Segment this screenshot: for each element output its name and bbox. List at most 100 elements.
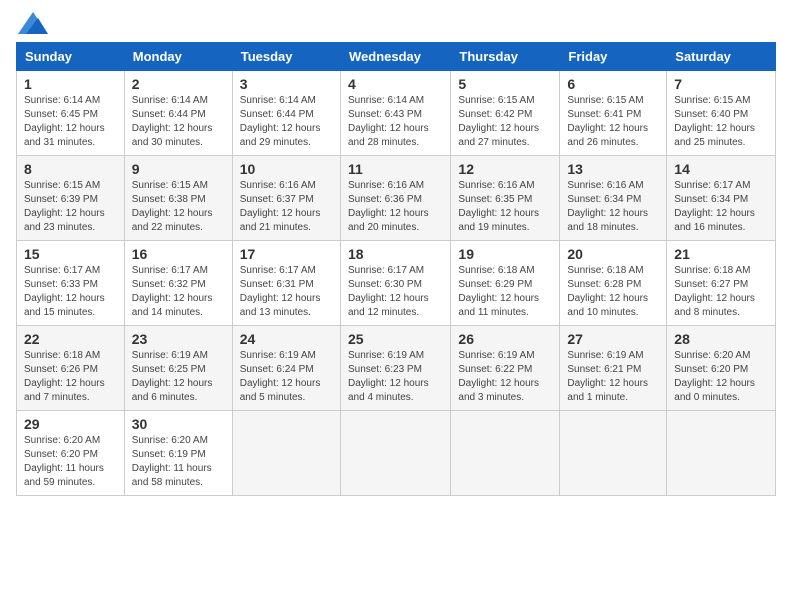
col-header-monday: Monday xyxy=(124,43,232,71)
day-number: 2 xyxy=(132,76,225,92)
day-cell: 9Sunrise: 6:15 AM Sunset: 6:38 PM Daylig… xyxy=(124,156,232,241)
day-cell: 26 Sunrise: 6:19 AM Sunset: 6:22 PM Dayli… xyxy=(451,326,560,411)
day-number: 3 xyxy=(240,76,333,92)
day-info: Sunrise: 6:19 AM Sunset: 6:22 PM Dayligh… xyxy=(458,349,552,405)
day-number: 14 xyxy=(674,161,768,177)
day-info: Sunrise: 6:20 AM Sunset: 6:19 PM Dayligh… xyxy=(132,434,225,490)
logo-icon xyxy=(18,12,48,34)
day-cell: 17 Sunrise: 6:17 AM Sunset: 6:31 PM Dayli… xyxy=(232,241,340,326)
day-cell xyxy=(232,411,340,496)
day-cell xyxy=(667,411,776,496)
day-info: Sunrise: 6:17 AM Sunset: 6:33 PM Dayligh… xyxy=(24,264,117,320)
day-number: 26 xyxy=(458,331,552,347)
day-cell: 2Sunrise: 6:14 AM Sunset: 6:44 PM Daylig… xyxy=(124,71,232,156)
day-cell: 19Sunrise: 6:18 AM Sunset: 6:29 PM Dayli… xyxy=(451,241,560,326)
col-header-tuesday: Tuesday xyxy=(232,43,340,71)
day-cell: 13 Sunrise: 6:16 AM Sunset: 6:34 PM Dayli… xyxy=(560,156,667,241)
page-header xyxy=(16,16,776,30)
day-info: Sunrise: 6:14 AM Sunset: 6:44 PM Dayligh… xyxy=(240,94,333,150)
day-number: 17 xyxy=(240,246,333,262)
day-info: Sunrise: 6:17 AM Sunset: 6:34 PM Dayligh… xyxy=(674,179,768,235)
day-info: Sunrise: 6:19 AM Sunset: 6:21 PM Dayligh… xyxy=(567,349,659,405)
day-number: 15 xyxy=(24,246,117,262)
day-info: Sunrise: 6:16 AM Sunset: 6:37 PM Dayligh… xyxy=(240,179,333,235)
day-cell: 3 Sunrise: 6:14 AM Sunset: 6:44 PM Daylig… xyxy=(232,71,340,156)
day-info: Sunrise: 6:19 AM Sunset: 6:23 PM Dayligh… xyxy=(348,349,443,405)
day-cell: 4 Sunrise: 6:14 AM Sunset: 6:43 PM Daylig… xyxy=(340,71,450,156)
day-number: 12 xyxy=(458,161,552,177)
day-cell: 8Sunrise: 6:15 AM Sunset: 6:39 PM Daylig… xyxy=(17,156,125,241)
day-number: 18 xyxy=(348,246,443,262)
day-info: Sunrise: 6:19 AM Sunset: 6:24 PM Dayligh… xyxy=(240,349,333,405)
day-number: 24 xyxy=(240,331,333,347)
day-number: 16 xyxy=(132,246,225,262)
day-cell: 30 Sunrise: 6:20 AM Sunset: 6:19 PM Dayli… xyxy=(124,411,232,496)
day-number: 4 xyxy=(348,76,443,92)
col-header-sunday: Sunday xyxy=(17,43,125,71)
day-cell: 28 Sunrise: 6:20 AM Sunset: 6:20 PM Dayli… xyxy=(667,326,776,411)
logo xyxy=(16,16,48,30)
day-cell: 16 Sunrise: 6:17 AM Sunset: 6:32 PM Dayli… xyxy=(124,241,232,326)
day-cell: 22 Sunrise: 6:18 AM Sunset: 6:26 PM Dayli… xyxy=(17,326,125,411)
day-cell: 18 Sunrise: 6:17 AM Sunset: 6:30 PM Dayli… xyxy=(340,241,450,326)
week-row-4: 22 Sunrise: 6:18 AM Sunset: 6:26 PM Dayli… xyxy=(17,326,776,411)
day-cell: 25 Sunrise: 6:19 AM Sunset: 6:23 PM Dayli… xyxy=(340,326,450,411)
calendar-header-row: SundayMondayTuesdayWednesdayThursdayFrid… xyxy=(17,43,776,71)
day-number: 23 xyxy=(132,331,225,347)
day-info: Sunrise: 6:18 AM Sunset: 6:27 PM Dayligh… xyxy=(674,264,768,320)
day-info: Sunrise: 6:20 AM Sunset: 6:20 PM Dayligh… xyxy=(674,349,768,405)
day-number: 13 xyxy=(567,161,659,177)
day-number: 25 xyxy=(348,331,443,347)
day-cell xyxy=(560,411,667,496)
day-cell: 10 Sunrise: 6:16 AM Sunset: 6:37 PM Dayli… xyxy=(232,156,340,241)
day-cell: 15 Sunrise: 6:17 AM Sunset: 6:33 PM Dayli… xyxy=(17,241,125,326)
day-number: 19 xyxy=(458,246,552,262)
day-number: 20 xyxy=(567,246,659,262)
day-cell: 21Sunrise: 6:18 AM Sunset: 6:27 PM Dayli… xyxy=(667,241,776,326)
day-info: Sunrise: 6:20 AM Sunset: 6:20 PM Dayligh… xyxy=(24,434,117,490)
day-info: Sunrise: 6:17 AM Sunset: 6:31 PM Dayligh… xyxy=(240,264,333,320)
col-header-saturday: Saturday xyxy=(667,43,776,71)
day-info: Sunrise: 6:17 AM Sunset: 6:32 PM Dayligh… xyxy=(132,264,225,320)
day-number: 28 xyxy=(674,331,768,347)
day-info: Sunrise: 6:15 AM Sunset: 6:38 PM Dayligh… xyxy=(132,179,225,235)
week-row-2: 8Sunrise: 6:15 AM Sunset: 6:39 PM Daylig… xyxy=(17,156,776,241)
day-number: 1 xyxy=(24,76,117,92)
day-cell: 1 Sunrise: 6:14 AM Sunset: 6:45 PM Daylig… xyxy=(17,71,125,156)
day-cell: 20 Sunrise: 6:18 AM Sunset: 6:28 PM Dayli… xyxy=(560,241,667,326)
day-info: Sunrise: 6:14 AM Sunset: 6:43 PM Dayligh… xyxy=(348,94,443,150)
day-info: Sunrise: 6:18 AM Sunset: 6:26 PM Dayligh… xyxy=(24,349,117,405)
week-row-1: 1 Sunrise: 6:14 AM Sunset: 6:45 PM Daylig… xyxy=(17,71,776,156)
day-number: 29 xyxy=(24,416,117,432)
day-info: Sunrise: 6:15 AM Sunset: 6:40 PM Dayligh… xyxy=(674,94,768,150)
day-cell: 14 Sunrise: 6:17 AM Sunset: 6:34 PM Dayli… xyxy=(667,156,776,241)
day-info: Sunrise: 6:14 AM Sunset: 6:45 PM Dayligh… xyxy=(24,94,117,150)
day-cell xyxy=(340,411,450,496)
day-number: 7 xyxy=(674,76,768,92)
col-header-friday: Friday xyxy=(560,43,667,71)
col-header-wednesday: Wednesday xyxy=(340,43,450,71)
day-cell: 5Sunrise: 6:15 AM Sunset: 6:42 PM Daylig… xyxy=(451,71,560,156)
day-info: Sunrise: 6:17 AM Sunset: 6:30 PM Dayligh… xyxy=(348,264,443,320)
day-number: 22 xyxy=(24,331,117,347)
day-cell: 29 Sunrise: 6:20 AM Sunset: 6:20 PM Dayli… xyxy=(17,411,125,496)
week-row-5: 29 Sunrise: 6:20 AM Sunset: 6:20 PM Dayli… xyxy=(17,411,776,496)
day-cell: 6Sunrise: 6:15 AM Sunset: 6:41 PM Daylig… xyxy=(560,71,667,156)
day-info: Sunrise: 6:16 AM Sunset: 6:34 PM Dayligh… xyxy=(567,179,659,235)
day-info: Sunrise: 6:18 AM Sunset: 6:28 PM Dayligh… xyxy=(567,264,659,320)
day-number: 11 xyxy=(348,161,443,177)
col-header-thursday: Thursday xyxy=(451,43,560,71)
day-info: Sunrise: 6:15 AM Sunset: 6:39 PM Dayligh… xyxy=(24,179,117,235)
day-number: 10 xyxy=(240,161,333,177)
calendar-table: SundayMondayTuesdayWednesdayThursdayFrid… xyxy=(16,42,776,496)
day-cell: 7 Sunrise: 6:15 AM Sunset: 6:40 PM Daylig… xyxy=(667,71,776,156)
day-number: 5 xyxy=(458,76,552,92)
day-info: Sunrise: 6:16 AM Sunset: 6:36 PM Dayligh… xyxy=(348,179,443,235)
week-row-3: 15 Sunrise: 6:17 AM Sunset: 6:33 PM Dayli… xyxy=(17,241,776,326)
day-number: 30 xyxy=(132,416,225,432)
day-info: Sunrise: 6:19 AM Sunset: 6:25 PM Dayligh… xyxy=(132,349,225,405)
day-number: 27 xyxy=(567,331,659,347)
day-cell: 23 Sunrise: 6:19 AM Sunset: 6:25 PM Dayli… xyxy=(124,326,232,411)
day-cell: 11 Sunrise: 6:16 AM Sunset: 6:36 PM Dayli… xyxy=(340,156,450,241)
day-info: Sunrise: 6:15 AM Sunset: 6:41 PM Dayligh… xyxy=(567,94,659,150)
